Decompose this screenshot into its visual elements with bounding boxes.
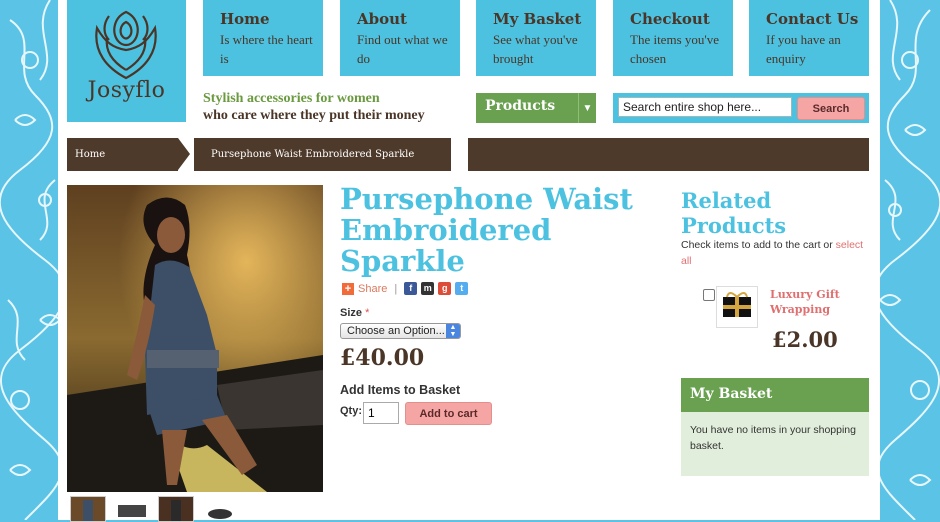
google-icon[interactable]: g [438,282,452,295]
product-main-image[interactable] [67,185,323,492]
my-basket-heading: My Basket [681,378,869,412]
logo-wordmark: Josyflo [87,78,166,103]
search-input[interactable] [618,97,792,117]
nav-subtitle: If you have an enquiry [766,32,841,66]
thumbnail-image[interactable] [158,496,194,522]
peacock-feather-icon [95,10,157,80]
nav-title: Contact Us [766,10,859,28]
related-hint: Check items to add to the cart or select… [681,237,871,269]
nav-checkout[interactable]: Checkout The items you've chosen [613,0,733,76]
related-item-checkbox[interactable] [703,289,715,301]
site-logo[interactable]: Josyflo [67,0,186,122]
page-container: Josyflo Home Is where the heart is About… [58,0,880,522]
tagline-line-2: who care where they put their money [203,108,425,123]
search-bar: Search [613,93,869,123]
related-item-image[interactable] [716,286,758,328]
qty-label: Qty: [340,405,362,417]
nav-my-basket[interactable]: My Basket See what you've brought [476,0,596,76]
size-select[interactable]: Choose an Option... ▲ ▼ [340,323,461,339]
nav-subtitle: See what you've brought [493,32,578,66]
related-item-price: £2.00 [772,327,838,352]
size-label: Size * [340,307,369,319]
product-title: Pursephone Waist Embroidered Sparkle [340,182,633,278]
twitter-icon[interactable]: t [455,282,469,295]
triangle-down-icon: ▼ [578,93,596,123]
nav-about[interactable]: About Find out what we do [340,0,460,76]
search-button[interactable]: Search [797,97,865,120]
tagline: Stylish accessories for women who care w… [203,90,425,124]
tagline-line-1: Stylish accessories for women [203,91,380,106]
product-thumbnails [70,496,237,522]
add-items-heading: Add Items to Basket [340,383,461,397]
nav-subtitle: The items you've chosen [630,32,719,66]
updown-arrows-icon: ▲ ▼ [446,324,460,338]
divider: | [394,282,398,295]
nav-title: Home [220,10,270,28]
background-pattern-right [870,0,940,520]
nav-home[interactable]: Home Is where the heart is [203,0,323,76]
breadcrumb-current: Pursephone Waist Embroidered Sparkle [194,138,451,171]
related-hint-text: Check items to add to the cart or [681,239,833,251]
share-row: + Share | f m g t [342,282,469,295]
my-basket-empty-text: You have no items in your shopping baske… [681,412,869,476]
products-dropdown[interactable]: Products ▼ [476,93,596,123]
nav-title: About [357,10,407,28]
nav-contact-us[interactable]: Contact Us If you have an enquiry [749,0,869,76]
share-link[interactable]: Share [358,283,387,295]
myspace-icon[interactable]: m [421,282,435,295]
thumbnail-image[interactable] [70,496,106,522]
nav-subtitle: Is where the heart is [220,32,313,66]
share-plus-icon[interactable]: + [342,282,354,295]
size-select-value: Choose an Option... [347,325,445,337]
size-label-text: Size [340,307,363,319]
related-item-name[interactable]: Luxury Gift Wrapping [770,287,860,317]
related-products-title: Related Products [681,188,787,238]
breadcrumb-current-label: Pursephone Waist Embroidered Sparkle [211,149,415,160]
nav-title: Checkout [630,10,710,28]
breadcrumb-filler [468,138,869,171]
thumbnail-image[interactable] [115,496,149,520]
facebook-icon[interactable]: f [404,282,418,295]
product-price: £40.00 [340,345,425,371]
breadcrumb-home-label: Home [75,149,106,160]
nav-title: My Basket [493,10,582,28]
thumbnail-image[interactable] [203,496,237,520]
products-dropdown-label: Products [485,98,556,114]
add-to-cart-button[interactable]: Add to cart [405,402,492,425]
qty-input[interactable] [363,402,399,424]
breadcrumb-home[interactable]: Home [67,138,178,171]
breadcrumb-arrow-icon [178,138,190,170]
nav-subtitle: Find out what we do [357,32,448,66]
required-marker: * [365,307,370,319]
